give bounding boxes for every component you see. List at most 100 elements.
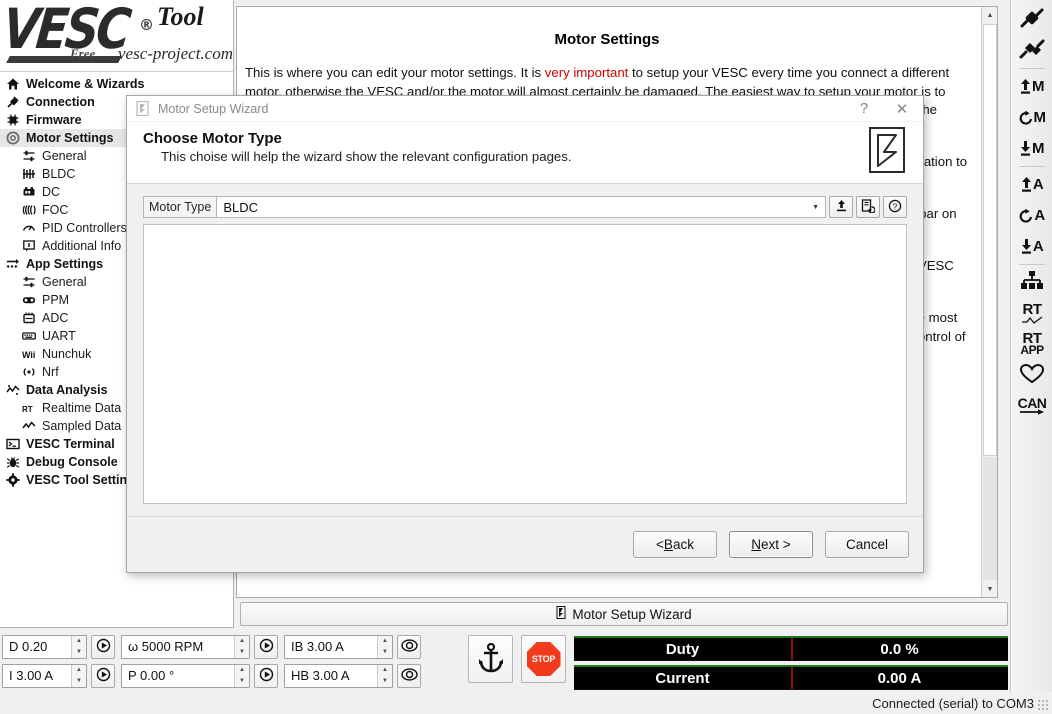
- dc-icon: [22, 185, 41, 199]
- read-app-config-button[interactable]: A: [1011, 200, 1052, 231]
- play-circle-button[interactable]: [254, 663, 278, 688]
- info-icon: [22, 239, 41, 253]
- back-button[interactable]: < Back: [633, 531, 717, 558]
- sidebar-item-label: PID Controllers: [42, 221, 127, 235]
- brake-button[interactable]: [397, 634, 421, 659]
- resize-grip[interactable]: [1037, 699, 1050, 712]
- motor-setup-wizard-button[interactable]: Motor Setup Wizard: [240, 602, 1008, 626]
- current-field-value: I 3.00 A: [9, 668, 54, 683]
- control-fields: D 0.20 ▲ ▼ ω 5000 RPM ▲ ▼ IB 3.00 A ▲ ▼ I 3.00 A ▲…: [2, 632, 427, 690]
- dialog-help-button[interactable]: ?: [845, 96, 883, 121]
- anchor-button[interactable]: [468, 635, 513, 683]
- control-cell: I 3.00 A ▲ ▼: [2, 661, 121, 690]
- next-button-post: ext >: [761, 537, 791, 552]
- handbrake-field-value: HB 3.00 A: [291, 668, 350, 683]
- connect-button[interactable]: [1011, 4, 1052, 35]
- vesc-tool-window: VESC ® Tool Free vesc-project.com Welcom…: [0, 0, 1052, 714]
- handbrake-field[interactable]: HB 3.00 A ▲ ▼: [284, 663, 393, 688]
- spinner-down-icon[interactable]: ▼: [378, 647, 392, 658]
- next-button[interactable]: Next >: [729, 531, 813, 558]
- favourite-button[interactable]: [1011, 360, 1052, 391]
- sidebar-item-label: Welcome & Wizards: [26, 77, 145, 91]
- dialog-subheading: This choise will help the wizard show th…: [161, 149, 572, 164]
- load-motor-config-button[interactable]: M: [1011, 133, 1052, 164]
- spinner-up-icon[interactable]: ▲: [378, 665, 392, 676]
- scrollbar-thumb[interactable]: [983, 24, 997, 456]
- parameter-help-button[interactable]: ?: [883, 196, 907, 218]
- scroll-down-button[interactable]: ▼: [982, 581, 997, 597]
- dialog-titlebar: Motor Setup Wizard ? ✕: [127, 96, 923, 122]
- write-to-vesc-button[interactable]: [829, 196, 853, 218]
- sidebar-item-label: Motor Settings: [26, 131, 114, 145]
- can-forward-button[interactable]: CAN: [1011, 391, 1052, 422]
- sidebar-item-label: Realtime Data: [42, 401, 122, 415]
- highlighted-text: very important: [544, 65, 629, 80]
- read-motor-config-button[interactable]: M: [1011, 102, 1052, 133]
- bldc-icon: [22, 167, 41, 181]
- erpm-field[interactable]: ω 5000 RPM ▲ ▼: [121, 634, 250, 659]
- spinner-arrows[interactable]: ▲ ▼: [71, 664, 86, 687]
- position-field[interactable]: P 0.00 ° ▲ ▼: [121, 663, 250, 688]
- spinner-arrows[interactable]: ▲ ▼: [234, 664, 249, 687]
- app-icon: [6, 257, 25, 271]
- content-scrollbar[interactable]: ▲ ▼: [981, 7, 997, 597]
- play-circle-button[interactable]: [91, 663, 115, 688]
- help-circle-icon: ?: [888, 199, 902, 216]
- spinner-arrows[interactable]: ▲ ▼: [234, 635, 249, 658]
- adc-icon: [22, 311, 41, 325]
- bottom-control-bar: D 0.20 ▲ ▼ ω 5000 RPM ▲ ▼ IB 3.00 A ▲ ▼ I 3.00 A ▲…: [0, 632, 1010, 690]
- spinner-down-icon[interactable]: ▼: [72, 676, 86, 687]
- spinner-up-icon[interactable]: ▲: [235, 636, 249, 647]
- app-logo: VESC ® Tool Free vesc-project.com: [0, 0, 233, 72]
- spinner-arrows[interactable]: ▲ ▼: [377, 664, 392, 687]
- spinner-down-icon[interactable]: ▼: [378, 676, 392, 687]
- realtime-data-button[interactable]: RT: [1011, 298, 1052, 329]
- play-circle-icon: [259, 667, 274, 685]
- can-scan-button[interactable]: [1011, 267, 1052, 298]
- foc-icon: [22, 203, 41, 217]
- dialog-footer: < Back Next > Cancel: [127, 516, 923, 572]
- write-app-config-button[interactable]: A: [1011, 169, 1052, 200]
- spinner-up-icon[interactable]: ▲: [235, 665, 249, 676]
- disconnect-button[interactable]: [1011, 35, 1052, 66]
- spinner-down-icon[interactable]: ▼: [72, 647, 86, 658]
- sliders-icon: [22, 275, 41, 289]
- write-motor-config-icon: M: [1020, 78, 1045, 95]
- play-circle-button[interactable]: [91, 634, 115, 659]
- scroll-up-button[interactable]: ▲: [982, 7, 997, 23]
- read-from-vesc-button[interactable]: [856, 196, 880, 218]
- sidebar-item-label: Data Analysis: [26, 383, 108, 397]
- sidebar-item-label: UART: [42, 329, 76, 343]
- spinner-down-icon[interactable]: ▼: [235, 647, 249, 658]
- toolbar-separator: [1018, 264, 1045, 265]
- realtime-app-data-button[interactable]: RT APP: [1011, 329, 1052, 360]
- brake-button[interactable]: [397, 663, 421, 688]
- dialog-body: Motor Type BLDC ▼ ?: [127, 184, 923, 218]
- spinner-arrows[interactable]: ▲ ▼: [377, 635, 392, 658]
- spinner-up-icon[interactable]: ▲: [72, 665, 86, 676]
- sidebar-item-welcome-wizards[interactable]: Welcome & Wizards: [0, 75, 233, 93]
- current-field[interactable]: I 3.00 A ▲ ▼: [2, 663, 87, 688]
- dialog-header: Choose Motor Type This choise will help …: [127, 122, 923, 184]
- current-brake-field[interactable]: IB 3.00 A ▲ ▼: [284, 634, 393, 659]
- brake-icon: [400, 638, 418, 655]
- motor-type-select[interactable]: BLDC ▼: [216, 196, 826, 218]
- play-circle-button[interactable]: [254, 634, 278, 659]
- scrollbar-track[interactable]: [983, 457, 997, 580]
- spinner-up-icon[interactable]: ▲: [378, 636, 392, 647]
- control-cell: HB 3.00 A ▲ ▼: [284, 661, 427, 690]
- spinner-up-icon[interactable]: ▲: [72, 636, 86, 647]
- spinner-arrows[interactable]: ▲ ▼: [71, 635, 86, 658]
- write-motor-config-button[interactable]: M: [1011, 71, 1052, 102]
- stop-button[interactable]: STOP: [521, 635, 566, 683]
- sidebar-item-label: Firmware: [26, 113, 82, 127]
- dialog-close-button[interactable]: ✕: [883, 96, 921, 121]
- current-gauge-label: Current: [655, 669, 710, 687]
- load-app-config-icon: A: [1021, 238, 1044, 255]
- duty-field[interactable]: D 0.20 ▲ ▼: [2, 634, 87, 659]
- plug-icon: [6, 95, 25, 109]
- sidebar-item-label: BLDC: [42, 167, 76, 181]
- load-app-config-button[interactable]: A: [1011, 231, 1052, 262]
- cancel-button[interactable]: Cancel: [825, 531, 909, 558]
- spinner-down-icon[interactable]: ▼: [235, 676, 249, 687]
